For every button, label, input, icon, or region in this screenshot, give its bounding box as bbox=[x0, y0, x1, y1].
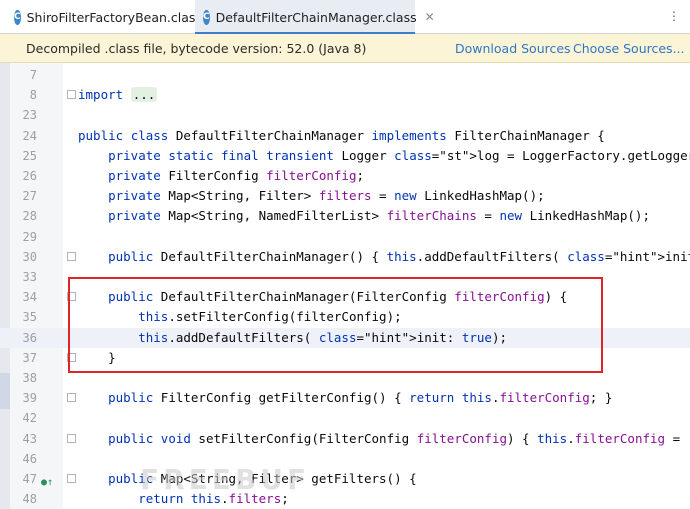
download-sources-link[interactable]: Download Sources bbox=[455, 41, 571, 56]
line-number: 46 bbox=[22, 451, 37, 466]
line-number: 7 bbox=[29, 68, 37, 82]
banner-message: Decompiled .class file, bytecode version… bbox=[26, 40, 367, 56]
line-number: 36 bbox=[22, 330, 37, 345]
code-line[interactable]: 24 public class DefaultFilterChainManager… bbox=[0, 126, 690, 146]
line-number: 29 bbox=[22, 229, 37, 244]
tab-label: ShiroFilterFactoryBean.class bbox=[26, 9, 202, 25]
close-icon[interactable]: ✕ bbox=[425, 10, 435, 24]
code-text: public class DefaultFilterChainManager i… bbox=[78, 127, 605, 143]
line-number: 28 bbox=[22, 209, 37, 224]
watermark: FREEBUF bbox=[140, 463, 311, 496]
code-line[interactable]: 42 bbox=[0, 408, 690, 428]
line-number: 24 bbox=[22, 128, 37, 143]
line-number: 47 bbox=[22, 472, 37, 486]
tab-shiro-filter-factory-bean[interactable]: C ShiroFilterFactoryBean.class bbox=[0, 0, 202, 34]
code-text: public DefaultFilterChainManager() { thi… bbox=[108, 248, 690, 264]
code-line[interactable]: 23 bbox=[0, 105, 690, 125]
code-line[interactable]: 7 bbox=[0, 65, 690, 85]
code-line[interactable]: 47 ●↑ public Map<String, Filter> getFilte… bbox=[0, 469, 690, 489]
code-text: private FilterConfig filterConfig; bbox=[108, 168, 364, 183]
line-number: 34 bbox=[22, 290, 37, 305]
code-text: public FilterConfig getFilterConfig() { … bbox=[108, 390, 613, 406]
highlight-box bbox=[68, 277, 603, 373]
line-number: 25 bbox=[22, 148, 37, 163]
code-text: private Map<String, NamedFilterList> fil… bbox=[108, 208, 650, 224]
code-line[interactable]: 28 private Map<String, NamedFilterList> … bbox=[0, 206, 690, 226]
line-number: 23 bbox=[22, 108, 37, 123]
line-number: 48 bbox=[22, 492, 37, 507]
more-tabs-icon[interactable]: ⋮ bbox=[668, 9, 680, 23]
line-number: 8 bbox=[29, 88, 37, 103]
tab-default-filter-chain-manager[interactable]: C DefaultFilterChainManager.class ✕ bbox=[195, 0, 435, 35]
code-line[interactable]: 39 public FilterConfig getFilterConfig()… bbox=[0, 388, 690, 408]
line-number: 30 bbox=[22, 249, 37, 264]
code-editor[interactable]: 7 8 import ... 23 24 public class DefaultFilt… bbox=[0, 63, 690, 509]
code-line[interactable]: 26 private FilterConfig filterConfig; bbox=[0, 166, 690, 186]
line-number: 27 bbox=[22, 189, 37, 204]
fold-icon[interactable] bbox=[67, 251, 76, 261]
fold-icon[interactable] bbox=[67, 474, 76, 483]
line-number: 35 bbox=[22, 310, 37, 325]
fold-icon[interactable] bbox=[67, 393, 76, 403]
line-number: 33 bbox=[22, 270, 37, 284]
line-number: 39 bbox=[22, 391, 37, 406]
code-text: public void setFilterConfig(FilterConfig… bbox=[108, 430, 688, 446]
line-number: 26 bbox=[22, 169, 37, 183]
code-line[interactable]: 8 import ... bbox=[0, 85, 690, 105]
line-number: 37 bbox=[22, 350, 37, 365]
line-number: 43 bbox=[22, 431, 37, 446]
code-line[interactable]: 48 return this.filters; bbox=[0, 489, 690, 509]
class-icon: C bbox=[14, 9, 21, 25]
code-line[interactable]: 25 private static final transient Logger… bbox=[0, 146, 690, 166]
editor-tab-bar: C ShiroFilterFactoryBean.class C Default… bbox=[0, 0, 690, 35]
code-line[interactable]: 46 bbox=[0, 449, 690, 469]
fold-icon[interactable] bbox=[67, 433, 76, 443]
code-line[interactable]: 30 public DefaultFilterChainManager() { … bbox=[0, 247, 690, 267]
code-text: private Map<String, Filter> filters = ne… bbox=[108, 188, 545, 204]
tab-label: DefaultFilterChainManager.class bbox=[215, 9, 417, 25]
code-line[interactable]: 27 private Map<String, Filter> filters =… bbox=[0, 186, 690, 206]
line-number: 42 bbox=[22, 411, 37, 426]
code-text: private static final transient Logger cl… bbox=[108, 147, 690, 163]
line-number: 38 bbox=[22, 371, 37, 385]
fold-icon[interactable] bbox=[67, 90, 76, 100]
code-line[interactable]: 43 public void setFilterConfig(FilterCon… bbox=[0, 429, 690, 449]
decompiled-banner: Decompiled .class file, bytecode version… bbox=[0, 34, 690, 63]
code-line[interactable]: 29 bbox=[0, 227, 690, 247]
class-icon: C bbox=[203, 9, 210, 25]
choose-sources-link[interactable]: Choose Sources... bbox=[573, 41, 685, 56]
code-text: import ... bbox=[78, 87, 158, 103]
